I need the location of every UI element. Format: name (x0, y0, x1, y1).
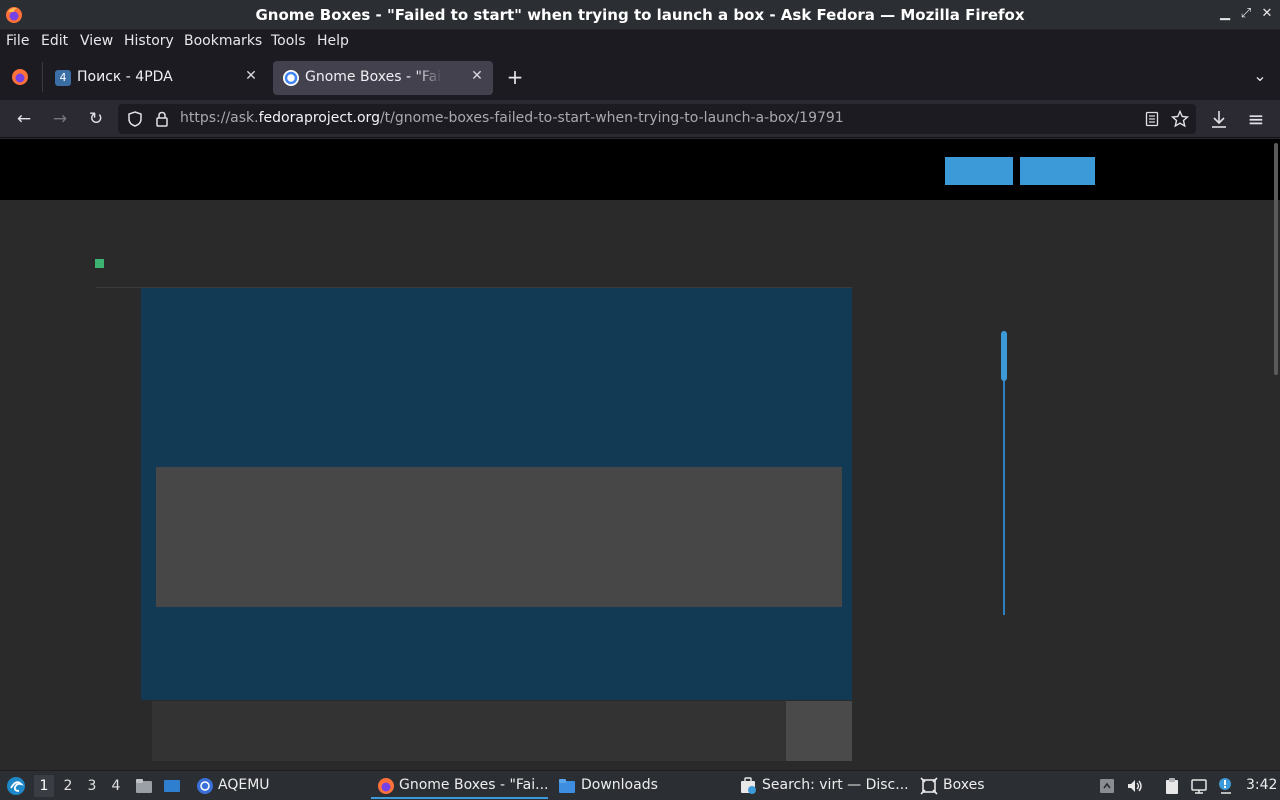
clipboard-icon[interactable] (1163, 777, 1181, 795)
site-header (0, 139, 1280, 200)
tab-gnome-boxes[interactable]: Gnome Boxes - "Failed to start" ✕ (273, 61, 493, 95)
shield-icon[interactable] (127, 111, 143, 127)
menu-edit[interactable]: Edit (41, 33, 68, 49)
tab-label: Gnome Boxes - "Failed to start" (305, 69, 443, 85)
url-text[interactable]: https://ask.fedoraproject.org/t/gnome-bo… (180, 110, 844, 126)
menu-view[interactable]: View (80, 33, 113, 49)
workspace-3[interactable]: 3 (82, 775, 102, 797)
network-icon[interactable] (1190, 777, 1208, 795)
post-content-placeholder (156, 467, 842, 607)
taskbar-app-downloads[interactable]: Downloads (581, 777, 658, 793)
4pda-favicon-icon: 4 (55, 70, 71, 86)
taskbar: 1 2 3 4 AQEMU Gnome Boxes - "Fai... Down… (0, 770, 1280, 800)
workspace-4[interactable]: 4 (106, 775, 126, 797)
back-button[interactable]: ← (14, 109, 34, 129)
menu-help[interactable]: Help (317, 33, 349, 49)
list-all-tabs-button[interactable]: ⌄ (1250, 66, 1270, 86)
close-tab-icon[interactable]: ✕ (469, 68, 485, 84)
web-page-content (0, 139, 1280, 770)
tab-label: Поиск - 4PDA (77, 69, 173, 85)
workspace-1[interactable]: 1 (34, 775, 54, 797)
forward-button[interactable]: → (50, 109, 70, 129)
page-scrollbar[interactable] (1274, 143, 1278, 375)
tab-separator (42, 62, 43, 92)
firefox-icon (378, 778, 394, 794)
boxes-icon (920, 777, 938, 795)
menu-history[interactable]: History (124, 33, 174, 49)
window-title: Gnome Boxes - "Failed to start" when try… (255, 6, 1025, 24)
taskbar-app-firefox[interactable]: Gnome Boxes - "Fai... (399, 777, 548, 793)
file-manager-launcher-icon[interactable] (135, 777, 153, 795)
notifications-icon[interactable] (1217, 777, 1235, 795)
lock-icon[interactable] (155, 111, 169, 127)
tab-4pda[interactable]: 4 Поиск - 4PDA ✕ (45, 61, 267, 95)
url-prefix: https://ask. (180, 110, 259, 126)
log-in-button[interactable] (1020, 157, 1095, 185)
downloads-icon[interactable] (1210, 109, 1228, 129)
aqemu-icon (197, 778, 213, 794)
reader-view-icon[interactable] (1145, 111, 1159, 127)
close-window-button[interactable]: ✕ (1259, 6, 1275, 22)
post-footer-placeholder (152, 701, 786, 761)
menu-bookmarks[interactable]: Bookmarks (184, 33, 262, 49)
taskbar-app-discover[interactable]: Search: virt — Disc... (762, 777, 909, 793)
post-action-placeholder (786, 701, 852, 761)
firefox-view-icon[interactable] (11, 68, 29, 86)
window-titlebar: Gnome Boxes - "Failed to start" when try… (0, 0, 1280, 30)
google-favicon-icon (283, 70, 299, 86)
navigation-bar: ← → ↻ https://ask.fedoraproject.org/t/gn… (0, 100, 1280, 138)
volume-icon[interactable] (1126, 777, 1144, 795)
taskbar-app-boxes[interactable]: Boxes (943, 777, 985, 793)
url-domain: fedoraproject.org (258, 110, 380, 126)
tray-expand-icon[interactable] (1098, 777, 1116, 795)
app-menu-button[interactable]: ≡ (1246, 109, 1266, 129)
url-bar[interactable]: https://ask.fedoraproject.org/t/gnome-bo… (118, 104, 1196, 134)
status-indicator (95, 259, 104, 268)
new-tab-button[interactable]: + (505, 67, 525, 87)
close-tab-icon[interactable]: ✕ (243, 68, 259, 84)
taskbar-app-aqemu[interactable]: AQEMU (218, 777, 270, 793)
url-path: /t/gnome-boxes-failed-to-start-when-tryi… (379, 110, 844, 126)
workspace-2[interactable]: 2 (58, 775, 78, 797)
timeline-handle[interactable] (1001, 331, 1007, 381)
menu-file[interactable]: File (6, 33, 29, 49)
show-desktop-icon[interactable] (163, 777, 181, 795)
clock[interactable]: 3:42 (1246, 777, 1277, 793)
maximize-button[interactable]: ⤢ (1238, 6, 1254, 22)
start-menu-icon[interactable] (6, 776, 26, 796)
sign-up-button[interactable] (945, 157, 1013, 185)
reload-button[interactable]: ↻ (86, 109, 106, 129)
menu-tools[interactable]: Tools (271, 33, 306, 49)
discover-icon (741, 777, 756, 794)
minimize-button[interactable]: ▁ (1217, 6, 1233, 22)
bookmark-star-icon[interactable] (1171, 110, 1189, 128)
menu-bar: File Edit View History Bookmarks Tools H… (0, 30, 1280, 54)
active-task-indicator (371, 797, 548, 799)
folder-icon (559, 779, 575, 793)
tab-strip: 4 Поиск - 4PDA ✕ Gnome Boxes - "Failed t… (0, 54, 1280, 100)
